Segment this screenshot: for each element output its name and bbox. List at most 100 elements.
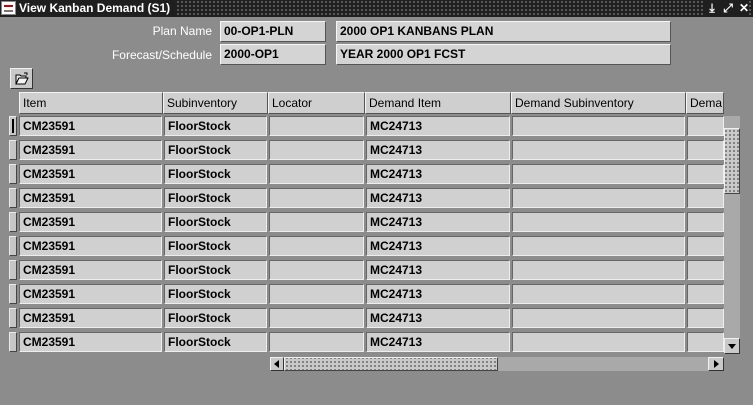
window-title: View Kanban Demand (S1) — [17, 0, 176, 17]
folder-open-button[interactable] — [10, 68, 33, 89]
cell-locator[interactable] — [269, 236, 364, 256]
column-header-locator[interactable]: Locator — [268, 92, 365, 114]
row-selector[interactable] — [9, 116, 17, 136]
cell-demand-subinventory[interactable] — [512, 260, 685, 280]
cell-demand-subinventory[interactable] — [512, 188, 685, 208]
cell-item[interactable]: CM23591 — [19, 140, 162, 160]
cell-demand-more[interactable] — [687, 236, 724, 256]
cell-locator[interactable] — [269, 116, 364, 136]
cell-subinventory[interactable]: FloorStock — [164, 260, 267, 280]
cell-demand-subinventory[interactable] — [512, 116, 685, 136]
cell-demand-item[interactable]: MC24713 — [366, 284, 510, 304]
scroll-left-button[interactable] — [270, 357, 284, 371]
column-header-demand-subinventory[interactable]: Demand Subinventory — [511, 92, 686, 114]
cell-item[interactable]: CM23591 — [19, 260, 162, 280]
cell-locator[interactable] — [269, 212, 364, 232]
plan-description-field[interactable]: 2000 OP1 KANBANS PLAN — [336, 21, 671, 42]
row-selector[interactable] — [9, 140, 17, 160]
cell-demand-more[interactable] — [687, 260, 724, 280]
cell-subinventory[interactable]: FloorStock — [164, 164, 267, 184]
plan-name-field[interactable]: 00-OP1-PLN — [220, 21, 326, 42]
cell-subinventory[interactable]: FloorStock — [164, 236, 267, 256]
vertical-scroll-thumb[interactable] — [724, 128, 740, 194]
cell-demand-more[interactable] — [687, 116, 724, 136]
forecast-schedule-field[interactable]: 2000-OP1 — [220, 44, 326, 65]
row-selector[interactable] — [9, 164, 17, 184]
forecast-schedule-label: Forecast/Schedule — [111, 48, 212, 62]
cell-demand-item[interactable]: MC24713 — [366, 212, 510, 232]
cell-item[interactable]: CM23591 — [19, 164, 162, 184]
cell-item[interactable]: CM23591 — [19, 212, 162, 232]
cell-demand-subinventory[interactable] — [512, 212, 685, 232]
row-selector[interactable] — [9, 188, 17, 208]
arrow-down-icon — [728, 344, 736, 349]
cell-demand-item[interactable]: MC24713 — [366, 140, 510, 160]
cell-demand-subinventory[interactable] — [512, 284, 685, 304]
cell-demand-item[interactable]: MC24713 — [366, 236, 510, 256]
cell-item[interactable]: CM23591 — [19, 332, 162, 352]
cell-demand-item[interactable]: MC24713 — [366, 188, 510, 208]
cell-demand-subinventory[interactable] — [512, 164, 685, 184]
column-header-item[interactable]: Item — [19, 92, 163, 114]
cell-subinventory[interactable]: FloorStock — [164, 332, 267, 352]
cell-subinventory[interactable]: FloorStock — [164, 284, 267, 304]
forecast-description-field[interactable]: YEAR 2000 OP1 FCST — [336, 44, 671, 65]
cell-locator[interactable] — [269, 188, 364, 208]
cell-subinventory[interactable]: FloorStock — [164, 188, 267, 208]
cell-locator[interactable] — [269, 140, 364, 160]
cell-demand-subinventory[interactable] — [512, 236, 685, 256]
row-selector[interactable] — [9, 212, 17, 232]
vertical-scrollbar[interactable] — [724, 116, 740, 354]
cell-item[interactable]: CM23591 — [19, 308, 162, 328]
row-selector[interactable] — [9, 284, 17, 304]
cell-subinventory[interactable]: FloorStock — [164, 140, 267, 160]
cell-locator[interactable] — [269, 260, 364, 280]
cell-demand-more[interactable] — [687, 188, 724, 208]
cell-locator[interactable] — [269, 164, 364, 184]
horizontal-scrollbar[interactable] — [270, 357, 724, 371]
cell-locator[interactable] — [269, 284, 364, 304]
cell-item[interactable]: CM23591 — [19, 284, 162, 304]
arrow-right-icon — [714, 360, 719, 368]
folder-open-icon — [15, 72, 29, 85]
cell-demand-item[interactable]: MC24713 — [366, 332, 510, 352]
cell-demand-subinventory[interactable] — [512, 332, 685, 352]
cell-demand-subinventory[interactable] — [512, 140, 685, 160]
maximize-icon[interactable]: ⤢ — [723, 0, 733, 17]
scroll-right-button[interactable] — [708, 357, 724, 371]
horizontal-scroll-thumb[interactable] — [284, 357, 498, 371]
column-header-demand-item[interactable]: Demand Item — [365, 92, 511, 114]
cell-demand-item[interactable]: MC24713 — [366, 260, 510, 280]
window-controls: ⤓ ⤢ ✕ — [703, 0, 749, 17]
cell-demand-more[interactable] — [687, 332, 724, 352]
title-bar[interactable]: View Kanban Demand (S1) ⤓ ⤢ ✕ — [0, 0, 753, 17]
cell-demand-more[interactable] — [687, 308, 724, 328]
row-selector[interactable] — [9, 236, 17, 256]
row-selector[interactable] — [9, 260, 17, 280]
cell-subinventory[interactable]: FloorStock — [164, 116, 267, 136]
cell-demand-item[interactable]: MC24713 — [366, 116, 510, 136]
scroll-down-button[interactable] — [724, 338, 740, 354]
cell-demand-item[interactable]: MC24713 — [366, 308, 510, 328]
cell-demand-more[interactable] — [687, 284, 724, 304]
oracle-app-icon — [1, 1, 16, 15]
cell-subinventory[interactable]: FloorStock — [164, 212, 267, 232]
minimize-icon[interactable]: ⤓ — [707, 0, 717, 17]
column-header-subinventory[interactable]: Subinventory — [163, 92, 268, 114]
column-header-demand-more[interactable]: Dema — [686, 92, 724, 114]
cell-demand-more[interactable] — [687, 212, 724, 232]
cell-demand-subinventory[interactable] — [512, 308, 685, 328]
cell-item[interactable]: CM23591 — [19, 236, 162, 256]
cell-locator[interactable] — [269, 308, 364, 328]
cell-subinventory[interactable]: FloorStock — [164, 308, 267, 328]
plan-name-label: Plan Name — [152, 24, 212, 38]
row-selector[interactable] — [9, 332, 17, 352]
close-icon[interactable]: ✕ — [739, 0, 749, 17]
cell-locator[interactable] — [269, 332, 364, 352]
cell-demand-more[interactable] — [687, 164, 724, 184]
cell-item[interactable]: CM23591 — [19, 188, 162, 208]
row-selector[interactable] — [9, 308, 17, 328]
cell-item[interactable]: CM23591 — [19, 116, 162, 136]
cell-demand-more[interactable] — [687, 140, 724, 160]
cell-demand-item[interactable]: MC24713 — [366, 164, 510, 184]
